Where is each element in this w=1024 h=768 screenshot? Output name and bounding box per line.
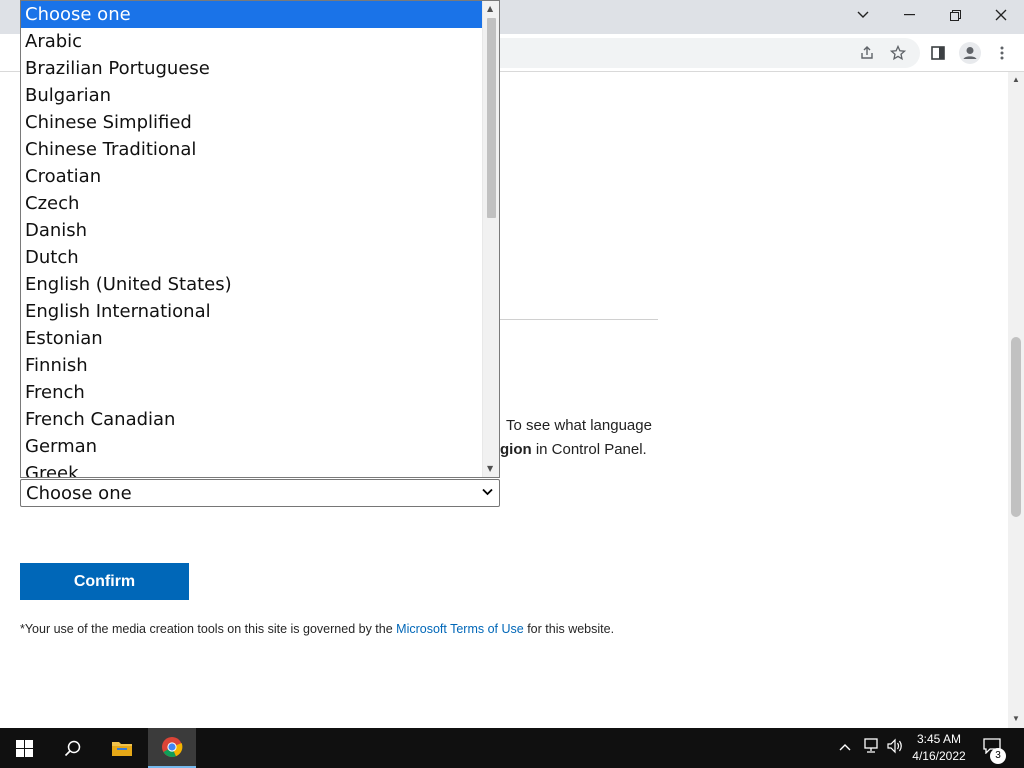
side-panel-icon[interactable]	[926, 42, 950, 64]
dropdown-scroll-down-icon[interactable]: ▼	[487, 464, 493, 473]
dropdown-scroll-thumb[interactable]	[487, 18, 496, 218]
share-icon[interactable]	[855, 42, 879, 64]
language-select[interactable]: Choose one	[20, 479, 500, 507]
dropdown-option[interactable]: Brazilian Portuguese	[21, 55, 483, 82]
scroll-down-arrow-icon[interactable]: ▼	[1012, 714, 1020, 723]
volume-icon[interactable]	[886, 738, 904, 757]
dropdown-option[interactable]: Danish	[21, 217, 483, 244]
tab-search-icon[interactable]	[840, 0, 886, 30]
file-explorer-icon[interactable]	[98, 728, 146, 768]
language-select-value: Choose one	[26, 482, 132, 504]
notification-count-badge: 3	[990, 748, 1006, 764]
clock-time: 3:45 AM	[916, 732, 962, 746]
footnote-suffix: for this website.	[523, 622, 615, 636]
dropdown-scrollbar[interactable]: ▲ ▼	[482, 1, 499, 477]
section-divider	[500, 319, 658, 320]
dropdown-option[interactable]: Dutch	[21, 244, 483, 271]
dropdown-option[interactable]: Chinese Simplified	[21, 109, 483, 136]
taskbar-clock[interactable]: 3:45 AM 4/16/2022	[908, 731, 970, 765]
instruction-text-line1: To see what language	[506, 417, 652, 434]
bookmark-star-icon[interactable]	[886, 42, 910, 64]
show-hidden-icons-icon[interactable]	[839, 738, 851, 754]
page-scroll-thumb[interactable]	[1011, 337, 1021, 517]
dropdown-option[interactable]: French	[21, 379, 483, 406]
chevron-down-icon	[482, 485, 493, 499]
dropdown-option[interactable]: French Canadian	[21, 406, 483, 433]
windows-start-icon[interactable]	[0, 728, 48, 768]
dropdown-option[interactable]: Czech	[21, 190, 483, 217]
minimize-icon[interactable]	[886, 0, 932, 30]
instruction-bold-text: gion	[500, 441, 532, 458]
close-window-icon[interactable]	[978, 0, 1024, 30]
dropdown-option[interactable]: English (United States)	[21, 271, 483, 298]
restore-icon[interactable]	[932, 0, 978, 30]
scroll-up-arrow-icon[interactable]: ▲	[1012, 75, 1020, 84]
windows-taskbar: 3:45 AM 4/16/2022 3	[0, 728, 1024, 768]
terms-footnote: *Your use of the media creation tools on…	[20, 622, 614, 636]
dropdown-option[interactable]: Estonian	[21, 325, 483, 352]
network-icon[interactable]	[862, 738, 880, 757]
dropdown-option[interactable]: Chinese Traditional	[21, 136, 483, 163]
search-icon[interactable]	[48, 728, 96, 768]
confirm-button[interactable]: Confirm	[20, 563, 189, 600]
terms-of-use-link[interactable]: Microsoft Terms of Use	[396, 622, 524, 636]
page-scrollbar[interactable]: ▲ ▼	[1008, 72, 1024, 728]
dropdown-option[interactable]: Greek	[21, 460, 483, 477]
dropdown-option[interactable]: Choose one	[21, 1, 483, 28]
instruction-rest-text: in Control Panel.	[531, 441, 647, 458]
dropdown-option[interactable]: Finnish	[21, 352, 483, 379]
dropdown-scroll-up-icon[interactable]: ▲	[487, 4, 493, 13]
menu-dots-icon[interactable]	[990, 42, 1014, 64]
language-dropdown-list[interactable]: Choose one Arabic Brazilian Portuguese Bulg…	[20, 0, 500, 478]
clock-date: 4/16/2022	[912, 749, 966, 763]
chrome-taskbar-icon[interactable]	[148, 728, 196, 768]
dropdown-option[interactable]: English International	[21, 298, 483, 325]
dropdown-option[interactable]: Bulgarian	[21, 82, 483, 109]
dropdown-option[interactable]: Arabic	[21, 28, 483, 55]
dropdown-option[interactable]: German	[21, 433, 483, 460]
instruction-text-line2: gion in Control Panel.	[500, 441, 647, 458]
dropdown-option[interactable]: Croatian	[21, 163, 483, 190]
profile-avatar-icon[interactable]	[958, 42, 982, 64]
footnote-prefix: *Your use of the media creation tools on…	[20, 622, 397, 636]
dropdown-options: Choose one Arabic Brazilian Portuguese Bulg…	[21, 1, 483, 477]
